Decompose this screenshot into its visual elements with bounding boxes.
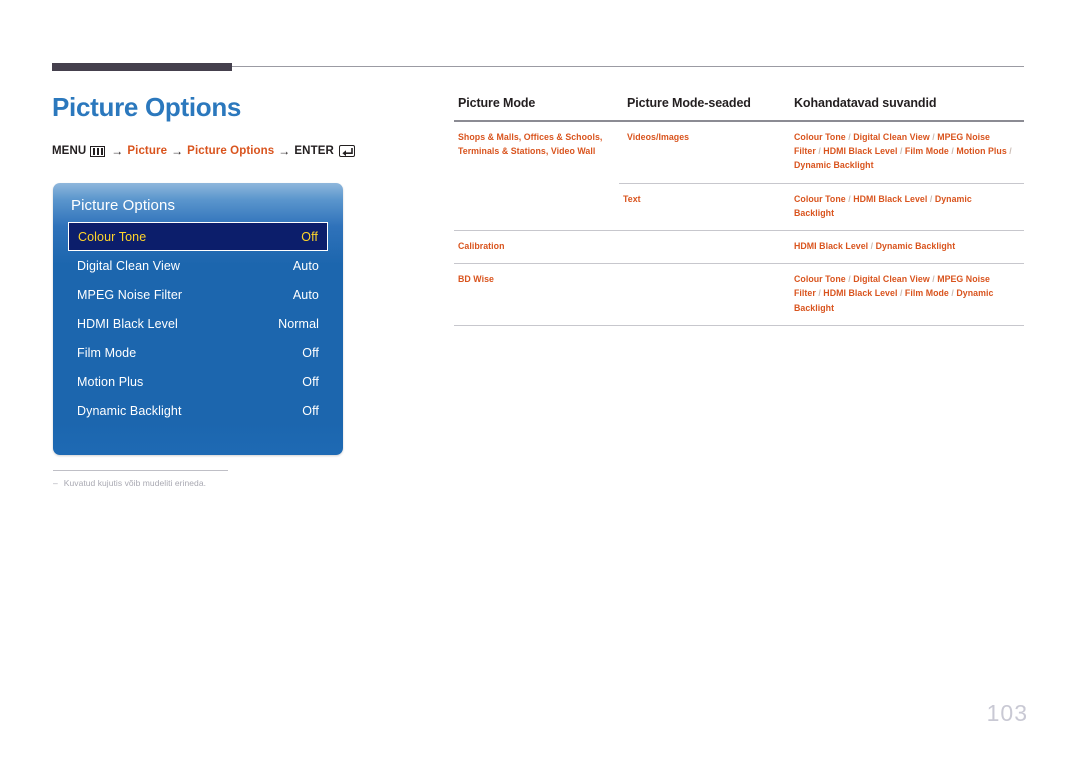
footnote-dash: –: [53, 478, 58, 488]
osd-item-film-mode[interactable]: Film Mode Off: [68, 338, 328, 367]
menu-path-menu-label: MENU: [52, 145, 87, 157]
cell-picture-mode: BD Wise: [454, 263, 619, 326]
table-header-row: Picture Mode Picture Mode-seaded Kohanda…: [454, 96, 1024, 122]
osd-item-label: Digital Clean View: [77, 258, 181, 273]
left-column: Picture Options MENU → Picture → Picture…: [52, 92, 412, 158]
footnote-text: Kuvatud kujutis võib mudeliti erineda.: [63, 478, 207, 488]
cell-options: HDMI Black Level / Dynamic Backlight: [786, 230, 1024, 264]
cell-picture-mode: Calibration: [454, 230, 619, 264]
picture-mode-table-wrapper: Picture Mode Picture Mode-seaded Kohanda…: [454, 96, 1024, 326]
osd-item-value: Off: [302, 345, 319, 360]
osd-item-label: Motion Plus: [77, 374, 144, 389]
table-row: Calibration HDMI Black Level / Dynamic B…: [454, 230, 1024, 264]
arrow-icon-2: →: [171, 144, 184, 158]
table-header-picture-mode: Picture Mode: [454, 96, 619, 122]
osd-item-value: Off: [302, 374, 319, 389]
osd-title: Picture Options: [71, 197, 176, 214]
osd-item-value: Auto: [292, 258, 319, 273]
enter-key-icon: [338, 145, 355, 157]
osd-item-dynamic-backlight[interactable]: Dynamic Backlight Off: [68, 396, 328, 425]
osd-item-motion-plus[interactable]: Motion Plus Off: [68, 367, 328, 396]
osd-item-value: Off: [301, 229, 318, 244]
menu-grid-icon: [90, 145, 106, 157]
arrow-icon-1: →: [111, 144, 124, 158]
cell-picture-mode-seaded: Text: [619, 182, 786, 231]
menu-path-step-picture-options[interactable]: Picture Options: [187, 145, 274, 157]
osd-picture-options-panel[interactable]: Picture Options Colour Tone Off Digital …: [53, 183, 343, 455]
cell-picture-mode-seaded: Videos/Images: [627, 132, 690, 142]
cell-picture-mode-seaded: [619, 263, 786, 326]
osd-item-label: HDMI Black Level: [77, 316, 178, 331]
osd-menu-list: Colour Tone Off Digital Clean View Auto …: [53, 222, 343, 425]
osd-item-hdmi-black-level[interactable]: HDMI Black Level Normal: [68, 309, 328, 338]
osd-item-label: Film Mode: [77, 345, 137, 360]
table-header-picture-mode-seaded: Picture Mode-seaded: [619, 96, 786, 122]
table-bottom-rule: [454, 325, 1024, 326]
cell-options: Colour Tone / Digital Clean View / MPEG …: [786, 263, 1024, 326]
table-header-kohandatavad-suvandid: Kohandatavad suvandid: [786, 96, 1024, 122]
footnote: – Kuvatud kujutis võib mudeliti erineda.: [53, 478, 383, 488]
osd-item-digital-clean-view[interactable]: Digital Clean View Auto: [68, 251, 328, 280]
arrow-icon-3: →: [278, 144, 291, 158]
page-title: Picture Options: [52, 92, 242, 122]
osd-item-colour-tone[interactable]: Colour Tone Off: [68, 222, 328, 251]
header-rule-tab: [52, 63, 232, 71]
page-number: 103: [986, 700, 1028, 726]
osd-item-label: MPEG Noise Filter: [77, 287, 183, 302]
osd-item-value: Normal: [278, 316, 319, 331]
cell-picture-mode: Shops & Malls, Offices & Schools, Termin…: [458, 132, 603, 157]
cell-picture-mode-seaded: [619, 230, 786, 264]
osd-item-mpeg-noise-filter[interactable]: MPEG Noise Filter Auto: [68, 280, 328, 309]
footnote-rule: [53, 470, 228, 471]
osd-item-label: Dynamic Backlight: [77, 403, 182, 418]
cell-options: Colour Tone / Digital Clean View / MPEG …: [794, 132, 1012, 171]
cell-options: Colour Tone / HDMI Black Level / Dynamic…: [786, 182, 1024, 231]
osd-item-label: Colour Tone: [78, 229, 147, 244]
menu-path-enter-label: ENTER: [294, 145, 334, 157]
menu-path-step-picture[interactable]: Picture: [127, 145, 167, 157]
menu-path-breadcrumb: MENU → Picture → Picture Options → ENTER: [52, 144, 412, 158]
picture-mode-table: Picture Mode Picture Mode-seaded Kohanda…: [454, 96, 1024, 326]
table-row: Shops & Malls, Offices & Schools, Termin…: [454, 121, 1024, 183]
osd-item-value: Auto: [292, 287, 319, 302]
osd-item-value: Off: [302, 403, 319, 418]
table-row: BD Wise Colour Tone / Digital Clean View…: [454, 263, 1024, 326]
